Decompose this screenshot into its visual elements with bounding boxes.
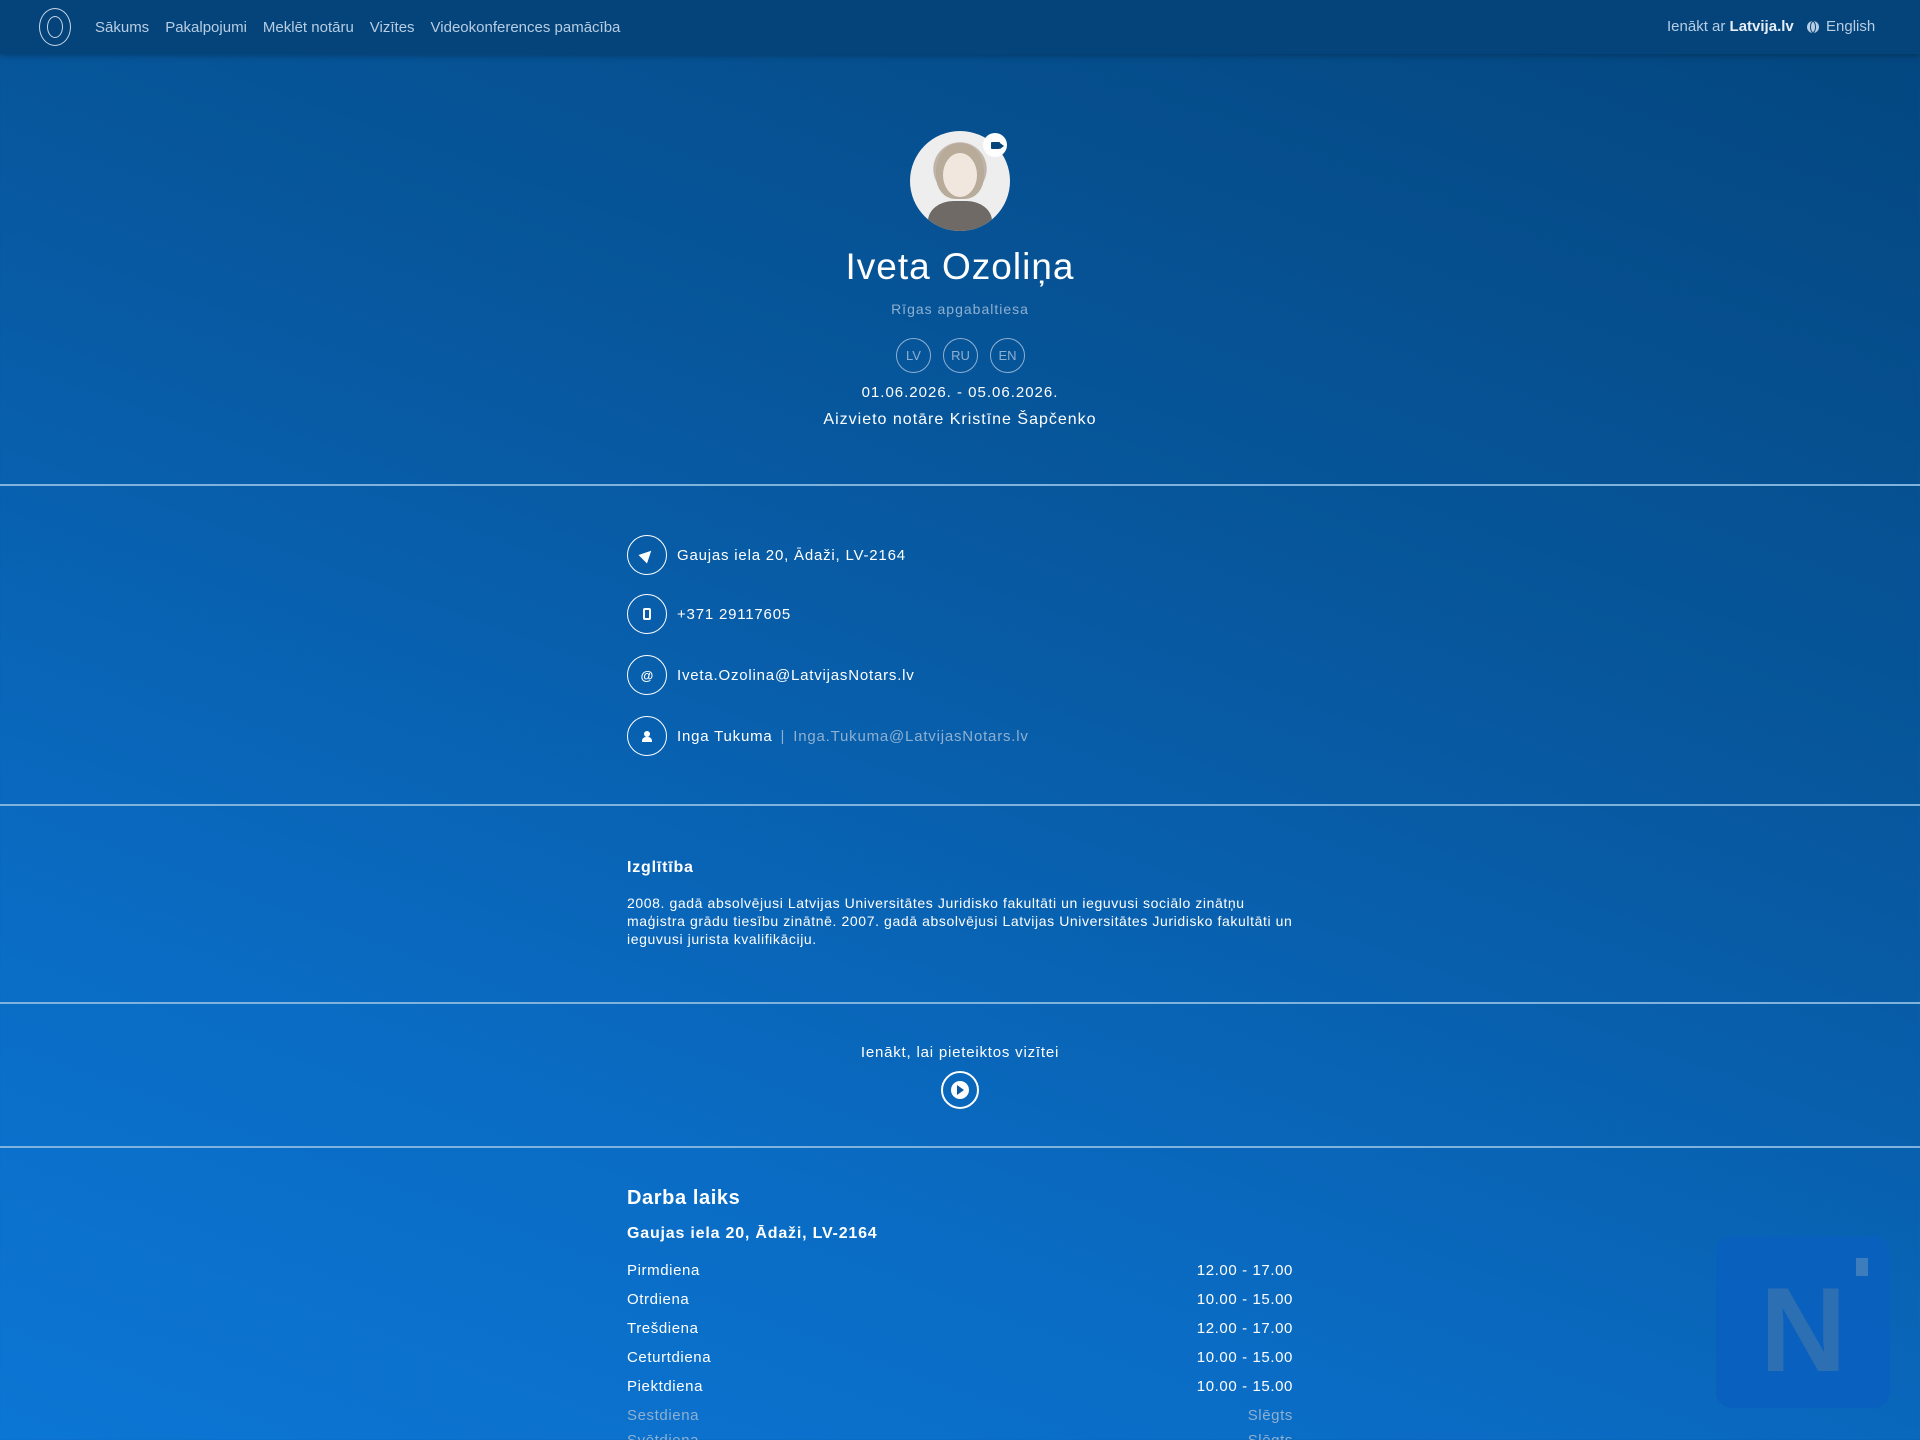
language-chip-en: EN xyxy=(990,338,1025,373)
assistant-name: Inga Tukuma xyxy=(677,727,773,745)
video-camera-icon xyxy=(983,133,1007,157)
substitute-notary: Aizvieto notāre Kristīne Šapčenko xyxy=(823,411,1097,428)
section-divider xyxy=(0,1146,1920,1148)
notary-name: Iveta Ozoliņa xyxy=(845,246,1075,287)
hours-day: Pirmdiena xyxy=(627,1262,700,1279)
hours-row: Otrdiena 10.00 - 15.00 xyxy=(627,1291,1293,1308)
language-chip-lv: LV xyxy=(896,338,931,373)
language-switch[interactable]: English xyxy=(1807,18,1875,35)
hours-row: Pirmdiena 12.00 - 17.00 xyxy=(627,1262,1293,1279)
hours-day: Trešdiena xyxy=(627,1320,699,1337)
hours-time: 10.00 - 15.00 xyxy=(1196,1349,1293,1366)
languages-list: LV RU EN xyxy=(896,338,1025,373)
hours-row: Ceturtdiena 10.00 - 15.00 xyxy=(627,1349,1293,1366)
court-name: Rīgas apgabaltiesa xyxy=(891,301,1029,317)
n-logo-icon: N xyxy=(1760,1263,1847,1397)
contact-assistant: Inga Tukuma | Inga.Tukuma@LatvijasNotars… xyxy=(627,716,1029,756)
hours-time: Slēgts xyxy=(1247,1407,1293,1424)
main-nav: Sākums Pakalpojumi Meklēt notāru Vizītes… xyxy=(95,0,620,54)
hours-time: 12.00 - 17.00 xyxy=(1196,1320,1293,1337)
login-to-book-button[interactable] xyxy=(941,1071,979,1109)
hours-row: Piektdiena 10.00 - 15.00 xyxy=(627,1378,1293,1395)
hours-time: 10.00 - 15.00 xyxy=(1196,1291,1293,1308)
hours-time: 12.00 - 17.00 xyxy=(1196,1262,1293,1279)
working-hours-title: Darba laiks xyxy=(627,1187,741,1209)
location-arrow-icon xyxy=(627,535,667,575)
notary-chat-widget[interactable]: N xyxy=(1716,1236,1890,1408)
working-hours-address: Gaujas iela 20, Ādaži, LV-2164 xyxy=(627,1225,878,1242)
hours-time: 10.00 - 15.00 xyxy=(1196,1378,1293,1395)
hours-row: Trešdiena 12.00 - 17.00 xyxy=(627,1320,1293,1337)
hours-time: Slēgts xyxy=(1248,1432,1293,1440)
education-title: Izglītība xyxy=(627,859,694,876)
hours-row: Sestdiena Slēgts xyxy=(627,1407,1293,1424)
section-divider xyxy=(0,1002,1920,1004)
hours-day: Ceturtdiena xyxy=(627,1349,712,1366)
email-link[interactable]: Iveta.Ozolina@LatvijasNotars.lv xyxy=(677,667,915,684)
hours-day: Otrdiena xyxy=(627,1291,690,1308)
absence-dates: 01.06.2026. - 05.06.2026. xyxy=(861,384,1059,401)
nav-item-search-notary[interactable]: Meklēt notāru xyxy=(263,19,354,36)
hours-day: Sestdiena xyxy=(627,1407,700,1424)
language-label: English xyxy=(1826,18,1876,35)
notary-logo-icon[interactable] xyxy=(39,8,71,46)
contact-email: @ Iveta.Ozolina@LatvijasNotars.lv xyxy=(627,655,915,695)
contact-phone: +371 29117605 xyxy=(627,594,791,634)
arrow-right-icon xyxy=(951,1081,969,1099)
contact-address: Gaujas iela 20, Ādaži, LV-2164 xyxy=(627,535,906,575)
login-to-book-text: Ienākt, lai pieteiktos vizītei xyxy=(860,1044,1060,1061)
mobile-phone-icon xyxy=(627,594,667,634)
assistant-separator: | xyxy=(780,727,786,745)
nav-item-services[interactable]: Pakalpojumi xyxy=(165,19,247,36)
nav-item-home[interactable]: Sākums xyxy=(95,19,149,36)
phone-text[interactable]: +371 29117605 xyxy=(677,606,791,623)
nav-item-video-guide[interactable]: Videokonferences pamācība xyxy=(431,19,621,36)
address-text: Gaujas iela 20, Ādaži, LV-2164 xyxy=(677,546,906,564)
at-sign-icon: @ xyxy=(627,655,667,695)
education-text: 2008. gadā absolvējusi Latvijas Universi… xyxy=(627,895,1293,947)
login-brand: Latvija.lv xyxy=(1729,18,1794,35)
login-latvija-link[interactable]: Ienākt ar Latvija.lv xyxy=(1667,18,1794,35)
top-navigation: Sākums Pakalpojumi Meklēt notāru Vizītes… xyxy=(0,0,1920,54)
hours-day: Svētdiena xyxy=(627,1432,699,1440)
section-divider xyxy=(0,804,1920,806)
hours-day: Piektdiena xyxy=(627,1378,704,1395)
globe-icon xyxy=(1807,20,1819,33)
person-icon xyxy=(627,716,667,756)
login-prefix: Ienākt ar xyxy=(1667,18,1726,35)
assistant-email-link[interactable]: Inga.Tukuma@LatvijasNotars.lv xyxy=(793,728,1028,745)
nav-item-visits[interactable]: Vizītes xyxy=(370,19,415,36)
language-chip-ru: RU xyxy=(943,338,978,373)
section-divider xyxy=(0,484,1920,486)
hours-row: Svētdiena Slēgts xyxy=(627,1432,1293,1440)
